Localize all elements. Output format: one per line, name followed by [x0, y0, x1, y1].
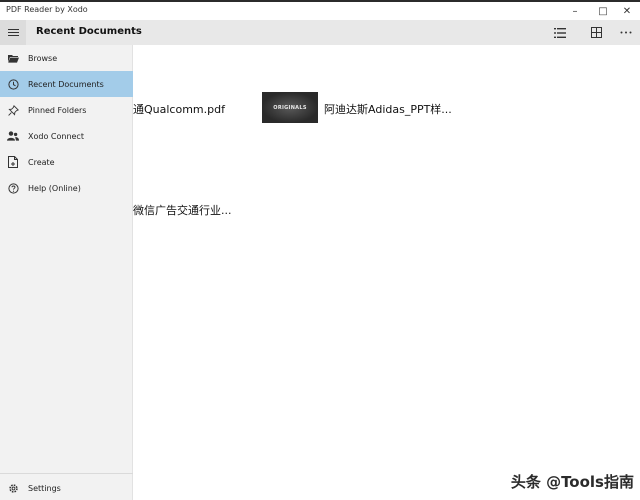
folder-icon [0, 45, 26, 71]
new-document-icon [0, 149, 26, 175]
more-icon [620, 31, 632, 34]
sidebar-item-xodo-connect[interactable]: Xodo Connect [0, 123, 133, 149]
sidebar-item-label: Create [28, 157, 55, 167]
maximize-button[interactable]: □ [590, 2, 616, 20]
sidebar-divider [0, 473, 133, 474]
document-thumbnail[interactable]: ORIGINALS [262, 92, 318, 123]
sidebar-item-label: Help (Online) [28, 183, 81, 193]
list-view-icon [554, 27, 566, 38]
sidebar-item-label: Recent Documents [28, 79, 104, 89]
document-item-adidas[interactable]: 阿迪达斯Adidas_PPT样... [324, 101, 452, 117]
pin-icon [0, 97, 26, 123]
watermark: 头条 @Tools指南 [510, 473, 634, 491]
sidebar-item-browse[interactable]: Browse [0, 45, 133, 71]
more-options-button[interactable] [612, 20, 640, 45]
help-icon [0, 175, 26, 201]
title-bar: PDF Reader by Xodo – □ ✕ [0, 2, 640, 20]
document-item-wechat-ads[interactable]: 微信广告交通行业... [133, 202, 232, 218]
people-icon [0, 123, 26, 149]
sidebar-item-label: Xodo Connect [28, 131, 84, 141]
gear-icon [0, 475, 26, 500]
page-title: Recent Documents [36, 26, 142, 37]
sidebar-item-settings[interactable]: Settings [0, 475, 133, 500]
hamburger-icon [7, 29, 19, 30]
sidebar-item-recent-documents[interactable]: Recent Documents [0, 71, 133, 97]
sidebar-item-label: Settings [28, 483, 61, 493]
minimize-button[interactable]: – [562, 2, 588, 20]
app-title: PDF Reader by Xodo [6, 5, 88, 14]
sidebar-item-help-online[interactable]: Help (Online) [0, 175, 133, 201]
grid-view-button[interactable] [582, 20, 610, 45]
hamburger-menu-button[interactable] [0, 20, 26, 45]
sidebar: Browse Recent Documents Pinned Folders X… [0, 45, 133, 500]
grid-view-icon [590, 27, 602, 38]
sidebar-item-label: Browse [28, 53, 58, 63]
app-header: Recent Documents [0, 20, 640, 45]
recent-documents-area: 通Qualcomm.pdf ORIGINALS 阿迪达斯Adidas_PPT样.… [133, 45, 640, 500]
sidebar-item-pinned-folders[interactable]: Pinned Folders [0, 97, 133, 123]
close-button[interactable]: ✕ [614, 2, 640, 20]
sidebar-item-create[interactable]: Create [0, 149, 133, 175]
thumbnail-text: ORIGINALS [273, 104, 307, 111]
sidebar-item-label: Pinned Folders [28, 105, 87, 115]
document-item-qualcomm[interactable]: 通Qualcomm.pdf [133, 101, 225, 117]
list-view-button[interactable] [546, 20, 574, 45]
clock-icon [0, 71, 26, 97]
